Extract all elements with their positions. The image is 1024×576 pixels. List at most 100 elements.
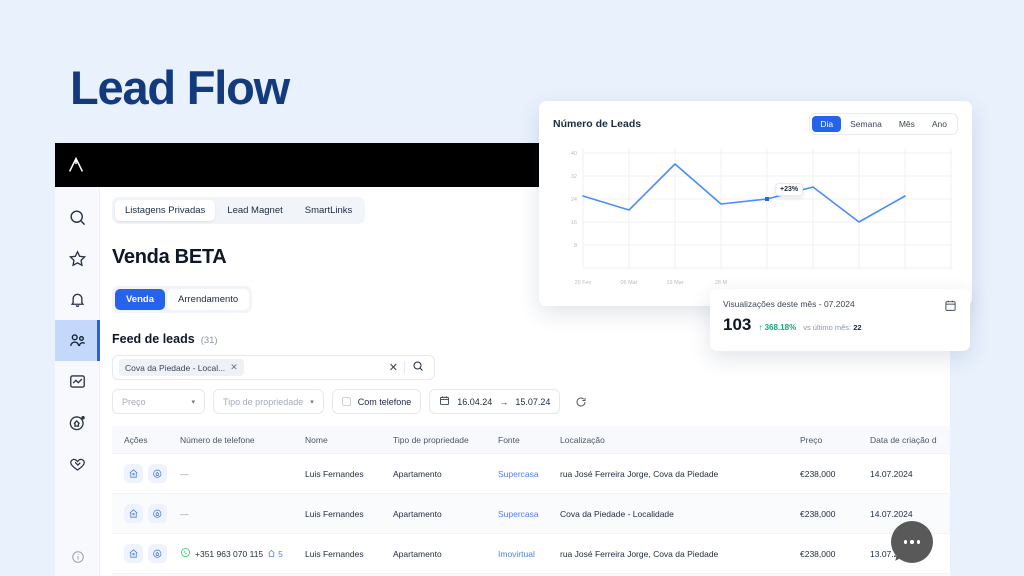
row-source[interactable]: Supercasa xyxy=(498,509,560,519)
search-input[interactable]: Cova da Piedade - Local... ✕ ✕ xyxy=(112,355,435,380)
row-name: Luis Fernandes xyxy=(305,549,393,559)
refresh-icon xyxy=(575,396,587,408)
nav-tabs: Listagens Privadas Lead Magnet SmartLink… xyxy=(112,197,365,224)
segment-venda[interactable]: Venda xyxy=(115,289,165,310)
row-actions xyxy=(112,544,180,563)
filter-property-type[interactable]: Tipo de propriedade ▾ xyxy=(213,389,324,414)
hero-title: Lead Flow xyxy=(70,62,289,114)
sidebar-item-notifications[interactable] xyxy=(55,279,100,320)
th-preco: Preço xyxy=(800,435,870,445)
sidebar-item-help[interactable] xyxy=(55,550,100,564)
screenshot-stage: Lead Flow xyxy=(0,0,1024,576)
row-date: 14.07.2024 xyxy=(870,509,950,519)
svg-text:40: 40 xyxy=(571,151,577,157)
line-chart-svg: 40 32 24 16 8 20 Fev 06 Mar 19 Mar 28 M xyxy=(553,143,958,293)
sidebar-item-analytics[interactable] xyxy=(55,361,100,402)
calendar-icon xyxy=(439,395,450,408)
tab-lead-magnet[interactable]: Lead Magnet xyxy=(217,200,292,221)
row-name: Luis Fernandes xyxy=(305,469,393,479)
row-source[interactable]: Imovirtual xyxy=(498,549,560,559)
search-chip[interactable]: Cova da Piedade - Local... ✕ xyxy=(119,359,244,376)
views-stats-card: Visualizações deste mês - 07.2024 103 ↑ … xyxy=(710,289,970,351)
search-submit-icon[interactable] xyxy=(405,359,428,377)
row-price: €238,000 xyxy=(800,509,870,519)
whatsapp-icon[interactable] xyxy=(180,547,191,560)
star-icon xyxy=(68,249,87,268)
stats-comparison-prefix: vs último mês: xyxy=(803,323,853,332)
with-phone-checkbox[interactable] xyxy=(342,397,351,406)
svg-text:32: 32 xyxy=(571,174,577,180)
home-radar-icon[interactable] xyxy=(148,464,167,483)
feed-title: Feed de leads xyxy=(112,332,195,346)
users-icon xyxy=(68,331,87,350)
svg-text:8: 8 xyxy=(574,243,577,249)
row-phone-badge-count: 5 xyxy=(278,549,283,559)
filter-property-type-label: Tipo de propriedade xyxy=(223,397,303,407)
feed-count: (31) xyxy=(201,335,218,346)
chart-point-marker xyxy=(765,197,769,201)
home-icon[interactable] xyxy=(124,464,143,483)
sidebar-item-leads[interactable] xyxy=(55,320,100,361)
home-icon[interactable] xyxy=(124,504,143,523)
date-arrow-icon: → xyxy=(499,397,508,407)
row-phone-badge[interactable]: 5 xyxy=(267,549,283,559)
logo-a-icon[interactable] xyxy=(65,154,87,176)
chat-bubble-icon[interactable] xyxy=(891,521,933,563)
home-radar-icon[interactable] xyxy=(148,544,167,563)
row-location: rua José Ferreira Jorge, Cova da Piedade xyxy=(560,469,800,479)
chart-plot-area: 40 32 24 16 8 20 Fev 06 Mar 19 Mar 28 M … xyxy=(553,143,958,293)
leads-table: Ações Número de telefone Nome Tipo de pr… xyxy=(112,426,950,576)
clear-search-icon[interactable]: ✕ xyxy=(383,361,404,374)
th-acoes: Ações xyxy=(112,435,180,445)
tab-smartlinks[interactable]: SmartLinks xyxy=(295,200,363,221)
home-radar-icon[interactable] xyxy=(148,504,167,523)
sidebar-item-properties[interactable] xyxy=(55,402,100,443)
stats-row: 103 ↑ 368.18% vs último mês: 22 xyxy=(723,315,862,335)
sidebar-item-favorites[interactable] xyxy=(55,238,100,279)
date-to: 15.07.24 xyxy=(515,397,550,407)
segment-arrendamento[interactable]: Arrendamento xyxy=(167,289,249,310)
table-row[interactable]: — Luis Fernandes Apartamento Supercasa r… xyxy=(112,453,950,493)
tab-listagens-privadas[interactable]: Listagens Privadas xyxy=(115,200,215,221)
filter-with-phone-label: Com telefone xyxy=(358,397,412,407)
sidebar-item-search[interactable] xyxy=(55,197,100,238)
date-from: 16.04.24 xyxy=(457,397,492,407)
svg-text:16: 16 xyxy=(571,220,577,226)
row-price: €238,000 xyxy=(800,469,870,479)
chart-header: Número de Leads Dia Semana Mês Ano xyxy=(553,113,958,135)
search-icon xyxy=(68,208,87,227)
sidebar-item-deals[interactable] xyxy=(55,443,100,484)
stats-value: 103 xyxy=(723,315,751,335)
row-location: Cova da Piedade - Localidade xyxy=(560,509,800,519)
chart-image-icon xyxy=(68,372,87,391)
filter-price[interactable]: Preço ▾ xyxy=(112,389,205,414)
th-localizacao: Localização xyxy=(560,435,800,445)
search-chip-label: Cova da Piedade - Local... xyxy=(125,363,225,373)
svg-text:06 Mar: 06 Mar xyxy=(620,280,637,286)
chart-tab-ano[interactable]: Ano xyxy=(924,116,955,132)
filter-with-phone[interactable]: Com telefone xyxy=(332,389,422,414)
chevron-down-icon: ▾ xyxy=(310,398,314,406)
row-phone: +351 963 070 115 5 xyxy=(180,547,305,560)
row-source[interactable]: Supercasa xyxy=(498,469,560,479)
refresh-button[interactable] xyxy=(568,389,593,414)
chart-tab-dia[interactable]: Dia xyxy=(812,116,841,132)
table-row[interactable]: — Luis Fernandes Apartamento Supercasa C… xyxy=(112,493,950,533)
chart-tab-semana[interactable]: Semana xyxy=(842,116,890,132)
filter-bar: Preço ▾ Tipo de propriedade ▾ Com telefo… xyxy=(112,389,950,414)
chart-tab-mes[interactable]: Mês xyxy=(891,116,923,132)
search-chip-remove-icon[interactable]: ✕ xyxy=(230,362,238,373)
filter-date-range[interactable]: 16.04.24 → 15.07.24 xyxy=(429,389,560,414)
stats-label: Visualizações deste mês - 07.2024 xyxy=(723,299,862,309)
home-icon[interactable] xyxy=(124,544,143,563)
chevron-down-icon: ▾ xyxy=(191,398,195,406)
row-phone: — xyxy=(180,509,305,519)
row-date: 14.07.2024 xyxy=(870,469,950,479)
calendar-icon[interactable] xyxy=(944,299,957,341)
row-type: Apartamento xyxy=(393,509,498,519)
th-nome: Nome xyxy=(305,435,393,445)
th-fonte: Fonte xyxy=(498,435,560,445)
table-row[interactable]: +351 963 070 115 5 Luis Fernandes Aparta… xyxy=(112,533,950,573)
th-data-criacao: Data de criação d xyxy=(870,435,950,445)
filter-price-label: Preço xyxy=(122,397,146,407)
